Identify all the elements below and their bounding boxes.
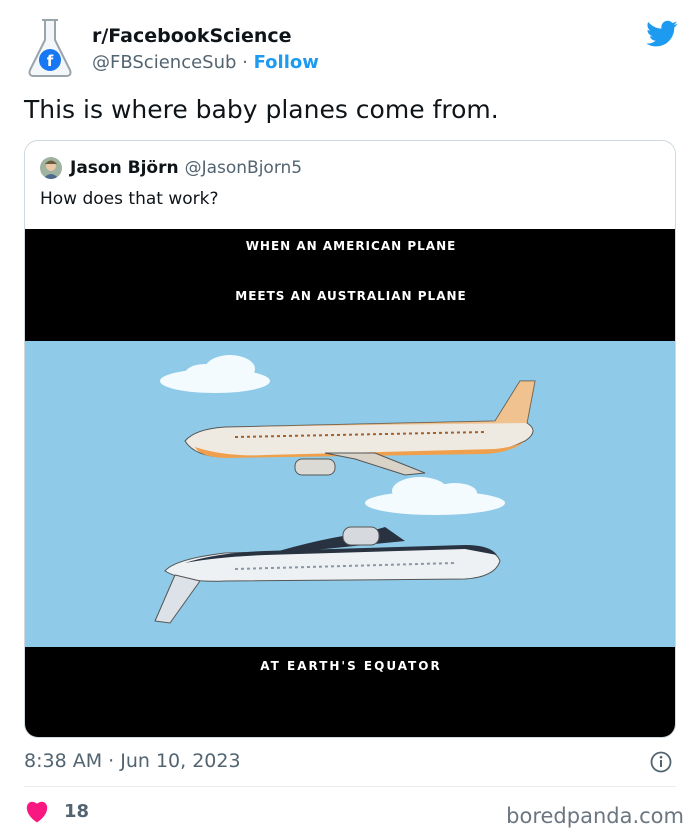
separator: · xyxy=(236,52,254,73)
quoted-tweet-header: Jason Björn @JasonBjorn5 xyxy=(40,157,302,179)
account-avatar[interactable]: f xyxy=(22,14,78,80)
account-info: r/FacebookScience @FBScienceSub · Follow xyxy=(92,24,319,76)
quoted-handle[interactable]: @JasonBjorn5 xyxy=(185,158,303,178)
watermark: boredpanda.com xyxy=(506,804,684,828)
user-handle[interactable]: @FBScienceSub xyxy=(92,52,236,73)
tweet-text: This is where baby planes come from. xyxy=(24,95,499,124)
flask-facebook-icon: f xyxy=(28,19,72,77)
meme-caption-line2: MEETS AN AUSTRALIAN PLANE xyxy=(235,289,467,303)
like-count: 18 xyxy=(64,800,90,822)
heart-icon[interactable] xyxy=(24,799,50,823)
quoted-tweet-text: How does that work? xyxy=(40,189,219,209)
meme-image[interactable]: WHEN AN AMERICAN PLANE MEETS AN AUSTRALI… xyxy=(25,229,675,737)
info-icon[interactable] xyxy=(650,751,672,773)
user-avatar-icon xyxy=(40,157,62,179)
quoted-tweet[interactable]: Jason Björn @JasonBjorn5 How does that w… xyxy=(24,140,676,738)
meme-caption-line1: WHEN AN AMERICAN PLANE xyxy=(245,239,457,253)
planes-illustration xyxy=(25,341,675,647)
quoted-avatar[interactable] xyxy=(40,157,62,179)
display-name[interactable]: r/FacebookScience xyxy=(92,24,319,48)
meme-bottom-band: AT EARTH'S EQUATOR xyxy=(25,647,675,737)
follow-button[interactable]: Follow xyxy=(254,52,319,73)
divider xyxy=(24,786,676,787)
twitter-bird-icon[interactable] xyxy=(646,20,678,48)
tweet-timestamp[interactable]: 8:38 AM · Jun 10, 2023 xyxy=(24,748,241,774)
quoted-display-name[interactable]: Jason Björn xyxy=(70,158,179,178)
sky-background xyxy=(25,341,675,647)
like-action[interactable]: 18 xyxy=(24,799,89,823)
handle-line: @FBScienceSub · Follow xyxy=(92,50,319,76)
meme-caption-bottom: AT EARTH'S EQUATOR xyxy=(260,659,442,673)
meme-top-band: WHEN AN AMERICAN PLANE MEETS AN AUSTRALI… xyxy=(25,229,675,341)
svg-text:f: f xyxy=(47,52,54,70)
